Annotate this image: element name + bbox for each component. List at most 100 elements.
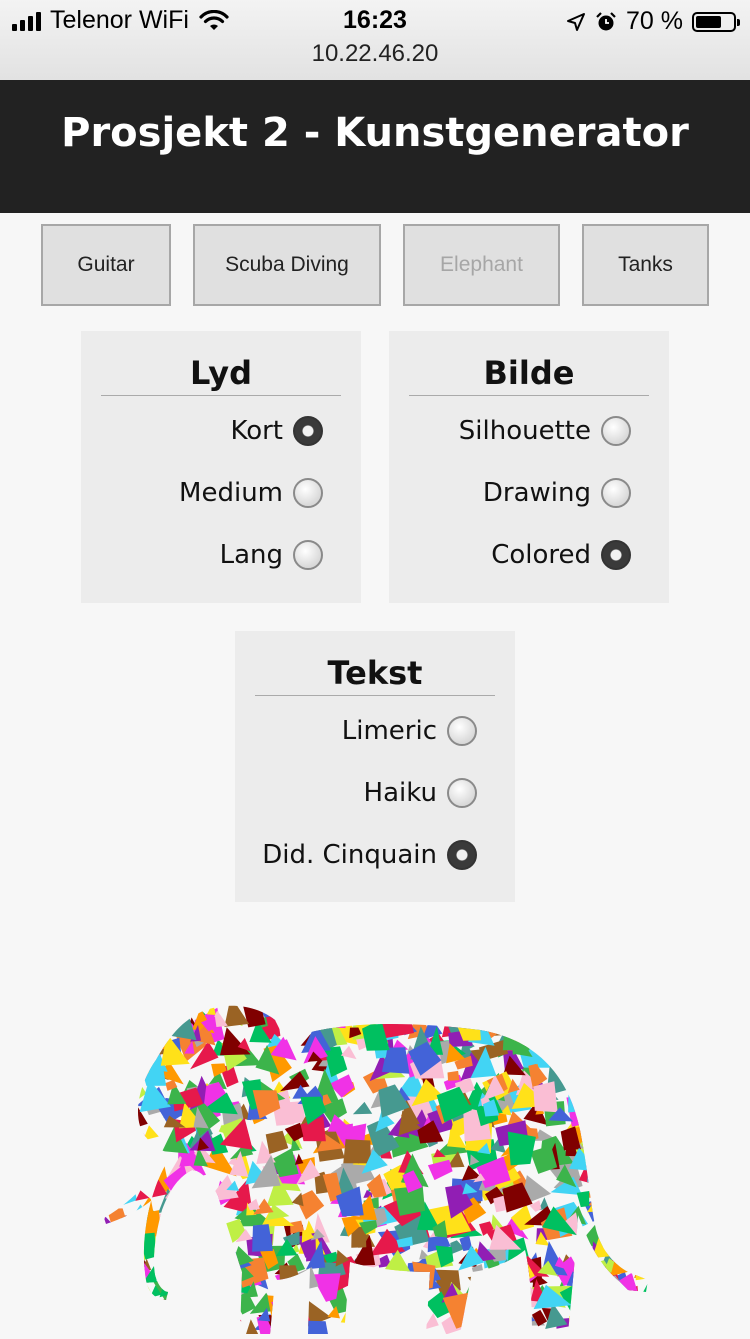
mosaic-shard	[619, 1044, 636, 1065]
radio-limeric[interactable]	[447, 716, 477, 746]
mosaic-shard	[453, 1005, 467, 1017]
mosaic-shard	[637, 1188, 649, 1219]
mosaic-shard	[351, 1316, 374, 1335]
option-lang[interactable]: Lang	[220, 540, 323, 570]
mosaic-shard	[104, 1298, 122, 1313]
mosaic-shard	[129, 1052, 147, 1069]
mosaic-shard	[605, 1005, 630, 1027]
option-colored[interactable]: Colored	[491, 540, 631, 570]
mosaic-shard	[627, 1303, 643, 1321]
mosaic-shard	[587, 1192, 620, 1213]
option-medium[interactable]: Medium	[179, 478, 323, 508]
mosaic-shard	[191, 1298, 218, 1332]
option-haiku[interactable]: Haiku	[364, 778, 477, 808]
mosaic-shard	[619, 1290, 632, 1305]
mosaic-shard	[427, 1159, 453, 1181]
mosaic-shard	[590, 1046, 605, 1055]
mosaic-shard	[615, 1321, 628, 1334]
mosaic-shard	[597, 1110, 610, 1122]
mosaic-shard	[119, 1164, 150, 1193]
radio-did-cinquain[interactable]	[447, 840, 477, 870]
mosaic-shard	[158, 1200, 196, 1235]
radio-medium[interactable]	[293, 478, 323, 508]
mosaic-shard	[288, 1303, 299, 1315]
mosaic-shard	[109, 1229, 133, 1244]
radio-silhouette[interactable]	[601, 416, 631, 446]
topic-button-guitar[interactable]: Guitar	[41, 224, 171, 306]
mosaic-shard	[298, 1005, 322, 1021]
mosaic-shard	[598, 1060, 608, 1074]
mosaic-shard	[602, 1295, 632, 1317]
mosaic-shard	[104, 1286, 136, 1319]
mosaic-shard	[175, 1005, 189, 1014]
mosaic-shard	[107, 1155, 138, 1192]
mosaic-shard	[490, 1013, 503, 1029]
mosaic-shard	[648, 1280, 660, 1303]
topic-button-scuba-diving[interactable]: Scuba Diving	[193, 224, 381, 306]
mosaic-shard	[467, 1275, 481, 1286]
option-silhouette[interactable]: Silhouette	[459, 416, 631, 446]
radio-kort[interactable]	[293, 416, 323, 446]
mosaic-shard	[587, 1096, 600, 1107]
mosaic-shard	[625, 1178, 638, 1192]
mosaic-shard	[273, 1300, 305, 1326]
mosaic-shard	[498, 1305, 527, 1335]
mosaic-shard	[216, 1322, 236, 1335]
mosaic-shard	[640, 1282, 649, 1302]
option-label: Did. Cinquain	[262, 840, 437, 870]
radio-drawing[interactable]	[601, 478, 631, 508]
radio-haiku[interactable]	[447, 778, 477, 808]
topic-button-tanks[interactable]: Tanks	[582, 224, 709, 306]
mosaic-shard	[157, 1213, 186, 1239]
mosaic-shard	[143, 1125, 159, 1141]
mosaic-shard	[636, 1005, 649, 1026]
option-label: Drawing	[482, 478, 591, 508]
mosaic-shard	[638, 1201, 649, 1229]
radio-colored[interactable]	[601, 540, 631, 570]
option-did-cinquain[interactable]: Did. Cinquain	[262, 840, 477, 870]
mosaic-shard	[618, 1061, 643, 1090]
mosaic-shard	[466, 1005, 484, 1014]
mosaic-shard	[638, 1302, 649, 1321]
mosaic-shard	[576, 1061, 605, 1092]
option-kort[interactable]: Kort	[230, 416, 323, 446]
mosaic-shard	[181, 1249, 213, 1281]
option-drawing[interactable]: Drawing	[483, 478, 631, 508]
mosaic-shard	[597, 1027, 615, 1045]
mosaic-shard	[612, 1243, 634, 1263]
option-limeric[interactable]: Limeric	[342, 716, 477, 746]
mosaic-shard	[288, 1296, 304, 1316]
mosaic-shard	[638, 1020, 649, 1045]
mosaic-shard	[164, 1267, 191, 1299]
mosaic-shard	[136, 1300, 153, 1319]
mosaic-shard	[614, 1319, 637, 1335]
mosaic-shard	[459, 1005, 480, 1009]
mosaic-shard	[633, 1048, 645, 1060]
mosaic-shard	[393, 1284, 407, 1299]
mosaic-shard	[629, 1232, 649, 1269]
url-bar[interactable]: 10.22.46.20	[0, 40, 750, 68]
mosaic-shard	[152, 1012, 165, 1024]
mosaic-shard	[344, 1311, 371, 1335]
mosaic-shard	[492, 1005, 526, 1020]
radio-lang[interactable]	[293, 540, 323, 570]
mosaic-shard	[280, 1005, 292, 1015]
mosaic-shard	[107, 1306, 127, 1323]
status-bar: Telenor WiFi 16:23 10.22.46.20 70 %	[0, 0, 750, 81]
mosaic-shard	[584, 1042, 603, 1061]
option-label: Kort	[230, 416, 283, 446]
mosaic-shard	[123, 1146, 138, 1161]
mosaic-shard	[460, 1011, 475, 1023]
mosaic-shard	[116, 1131, 139, 1157]
mosaic-shard	[294, 1153, 304, 1165]
mosaic-shard	[115, 1284, 126, 1297]
topic-button-elephant[interactable]: Elephant	[403, 224, 560, 306]
mosaic-shard	[468, 1010, 495, 1046]
mosaic-shard	[604, 1295, 631, 1323]
mosaic-shard	[644, 1218, 649, 1239]
mosaic-shard	[125, 1032, 152, 1053]
mosaic-shard	[365, 1298, 395, 1329]
mosaic-shard	[609, 1115, 632, 1134]
mosaic-shard	[631, 1015, 649, 1041]
mosaic-shard	[368, 1309, 382, 1322]
